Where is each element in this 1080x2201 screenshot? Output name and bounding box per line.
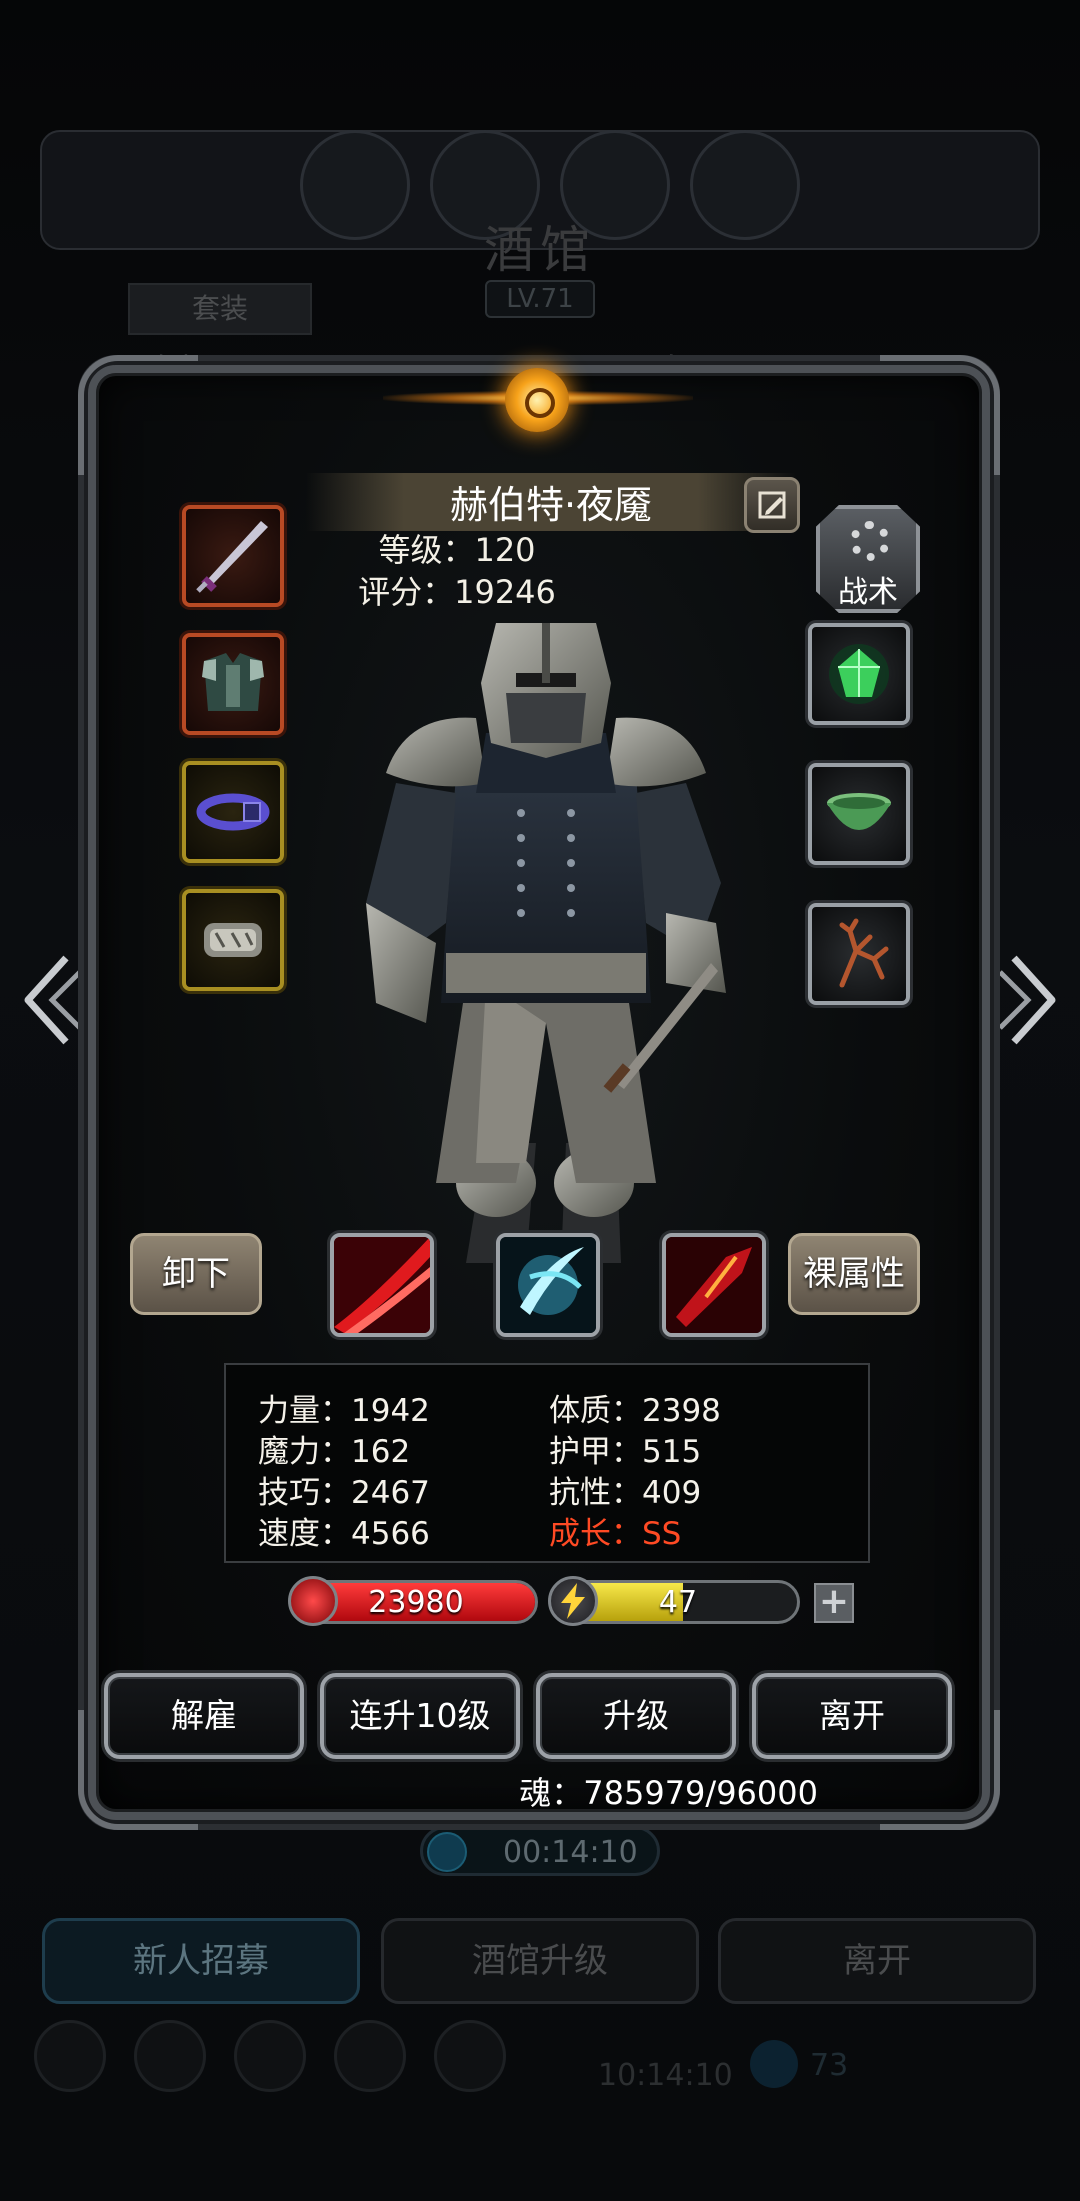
stat-speed: 速度：4566: [258, 1516, 430, 1552]
jade-bowl-icon: [827, 793, 891, 830]
gem-icon: [750, 2040, 798, 2088]
stat-magic: 魔力：162: [258, 1434, 411, 1470]
equip-slot-bracer[interactable]: [182, 889, 284, 991]
antler-icon: [839, 918, 889, 988]
background-tavern-upgrade-button: 酒馆升级: [381, 1918, 699, 2004]
frame-ornament: [880, 355, 1000, 475]
upgrade-button[interactable]: 升级: [536, 1673, 736, 1759]
next-hero-arrow-icon[interactable]: [996, 950, 1066, 1050]
background-level-badge: LV.71: [485, 280, 595, 318]
hero-detail-panel: 赫伯特·夜魇 等级：120 评分：19246 战术 卸下 裸属性 力量：1942…: [78, 355, 1000, 1830]
stats-panel: 力量：1942 魔力：162 技巧：2467 速度：4566 体质：2398 护…: [224, 1363, 870, 1563]
background-nav-icon: [134, 2020, 206, 2092]
tactics-label: 战术: [838, 575, 898, 610]
background-timer: 00:14:10: [420, 1826, 660, 1876]
equip-slot-relic[interactable]: [808, 903, 910, 1005]
stat-strength: 力量：1942: [258, 1393, 430, 1429]
stat-growth: 成长：SS: [549, 1516, 682, 1552]
hero-name: 赫伯特·夜魇: [449, 483, 653, 527]
background-nav-icon: [334, 2020, 406, 2092]
unequip-button[interactable]: 卸下: [130, 1233, 262, 1315]
background-nav-icon: [34, 2020, 106, 2092]
equip-slot-weapon[interactable]: [182, 505, 284, 607]
stat-constitution: 体质：2398: [549, 1393, 721, 1429]
previous-hero-arrow-icon[interactable]: [14, 950, 84, 1050]
skill-slot-1[interactable]: [330, 1233, 434, 1337]
emblem-icon: [383, 363, 693, 453]
soul-cost: 魂：785979/96000: [519, 1774, 818, 1812]
equip-slot-gem[interactable]: [808, 623, 910, 725]
add-energy-button[interactable]: +: [814, 1583, 854, 1623]
green-gem-icon: [829, 644, 889, 704]
dagger-icon: [196, 521, 268, 593]
dismiss-button[interactable]: 解雇: [104, 1673, 304, 1759]
blue-slash-skill-icon: [500, 1237, 596, 1333]
red-slash-skill-icon: [334, 1237, 430, 1333]
equip-slot-belt[interactable]: [182, 761, 284, 863]
background-recruit-button: 新人招募: [42, 1918, 360, 2004]
background-leave-button: 离开: [718, 1918, 1036, 2004]
heart-icon: [288, 1576, 338, 1626]
equip-slot-armor[interactable]: [182, 633, 284, 735]
background-clock: 10:14:10: [598, 2058, 733, 2093]
stat-resistance: 抗性：409: [549, 1475, 702, 1511]
pencil-icon: [758, 491, 786, 519]
background-tab-set: 套装: [128, 283, 312, 335]
bracer-icon: [204, 923, 262, 957]
crimson-strike-skill-icon: [666, 1237, 762, 1333]
stat-armor: 护甲：515: [549, 1434, 702, 1470]
skill-slot-3[interactable]: [662, 1233, 766, 1337]
lightning-icon: [548, 1576, 598, 1626]
chest-armor-icon: [202, 653, 264, 711]
frame-ornament: [78, 355, 198, 475]
skill-slot-2[interactable]: [496, 1233, 600, 1337]
stat-skill: 技巧：2467: [258, 1475, 430, 1511]
leave-button[interactable]: 离开: [752, 1673, 952, 1759]
background-timer-text: 00:14:10: [503, 1835, 638, 1870]
background-nav-icon: [434, 2020, 506, 2092]
equip-slot-trinket[interactable]: [808, 763, 910, 865]
gear-icon: [850, 521, 890, 561]
tactics-button[interactable]: 战术: [816, 505, 920, 613]
background-gem-count: 73: [810, 2048, 849, 2083]
hero-portrait: [366, 623, 726, 1263]
clock-icon: [427, 1832, 467, 1872]
belt-icon: [196, 793, 270, 831]
base-attributes-button[interactable]: 裸属性: [788, 1233, 920, 1315]
background-title: 酒馆: [484, 221, 596, 279]
level-up-10-button[interactable]: 连升10级: [320, 1673, 520, 1759]
background-nav-icon: [234, 2020, 306, 2092]
